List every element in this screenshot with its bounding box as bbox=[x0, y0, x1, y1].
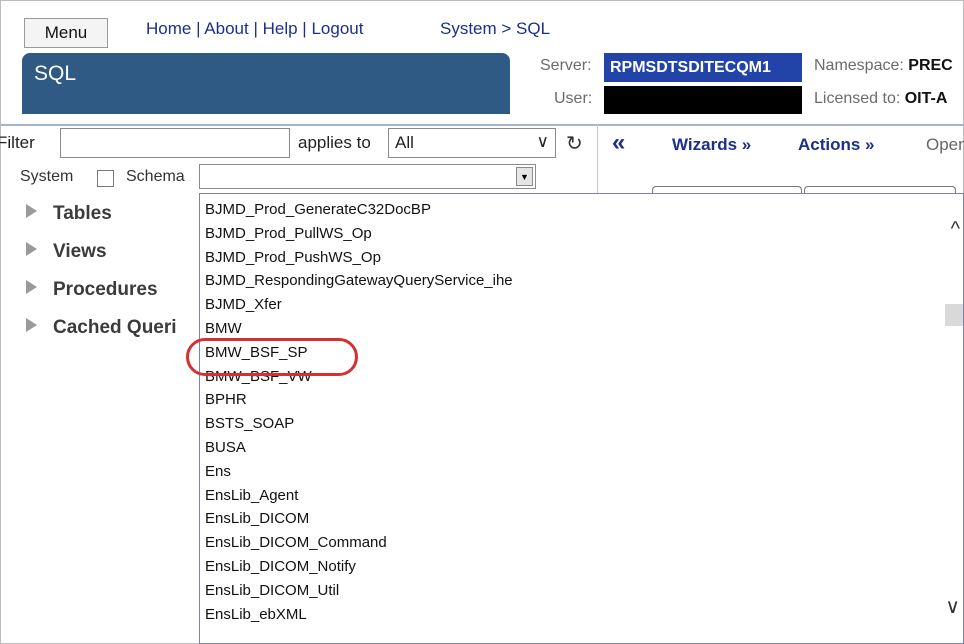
schema-option-list: BJMD_Prod_GenerateC32DocBP BJMD_Prod_Pull… bbox=[205, 198, 513, 626]
scroll-down-icon[interactable]: ∨ bbox=[945, 594, 960, 619]
open-menu[interactable]: Open bbox=[926, 135, 964, 155]
title-bar: SQL bbox=[22, 53, 510, 114]
scrollbar[interactable]: ^ ∨ bbox=[937, 194, 963, 643]
applies-to-select[interactable]: All ∨ bbox=[388, 128, 556, 158]
schema-select[interactable]: ▼ bbox=[199, 164, 536, 189]
system-checkbox[interactable] bbox=[97, 170, 114, 187]
wizards-menu[interactable]: Wizards » bbox=[672, 135, 751, 155]
breadcrumb[interactable]: System > SQL bbox=[440, 19, 550, 39]
nav-home-link[interactable]: Home bbox=[146, 19, 191, 38]
filter-input[interactable] bbox=[60, 128, 290, 158]
header-divider bbox=[0, 124, 964, 126]
expand-triangle-icon[interactable] bbox=[26, 280, 37, 294]
tree-item-cached-queries[interactable]: Cached Queri bbox=[26, 317, 177, 339]
schema-option[interactable]: BJMD_Prod_GenerateC32DocBP bbox=[205, 198, 513, 222]
licensed-value: OIT-A bbox=[904, 90, 948, 107]
user-value-redacted bbox=[604, 86, 802, 114]
namespace-value: PREC bbox=[908, 57, 953, 74]
schema-option[interactable]: BJMD_RespondingGatewayQueryService_ihe bbox=[205, 269, 513, 293]
schema-dropdown-list[interactable]: BJMD_Prod_GenerateC32DocBP BJMD_Prod_Pull… bbox=[199, 193, 964, 644]
schema-option[interactable]: EnsLib_DICOM_Util bbox=[205, 579, 513, 603]
tree-item-views[interactable]: Views bbox=[26, 241, 107, 263]
schema-option[interactable]: BPHR bbox=[205, 388, 513, 412]
refresh-icon[interactable]: ↻ bbox=[566, 131, 583, 156]
server-value: RPMSDTSDITECQM1 bbox=[604, 53, 802, 82]
schema-option[interactable]: EnsLib_DICOM_Command bbox=[205, 531, 513, 555]
dropdown-arrow-icon[interactable]: ▼ bbox=[516, 167, 533, 186]
schema-option[interactable]: EnsLib_ebXML bbox=[205, 603, 513, 627]
schema-label: Schema bbox=[126, 168, 185, 185]
schema-option[interactable]: EnsLib_Agent bbox=[205, 484, 513, 508]
tree-item-procedures[interactable]: Procedures bbox=[26, 279, 158, 301]
schema-option[interactable]: BJMD_Xfer bbox=[205, 293, 513, 317]
licensed-label: Licensed to: bbox=[814, 90, 901, 107]
schema-option[interactable]: EnsLib_DICOM_Notify bbox=[205, 555, 513, 579]
nav-about-link[interactable]: About bbox=[204, 19, 248, 38]
page-title: SQL bbox=[34, 62, 77, 85]
user-label: User: bbox=[554, 90, 593, 107]
nav-help-link[interactable]: Help bbox=[263, 19, 298, 38]
applies-to-label: applies to bbox=[298, 133, 371, 152]
collapse-double-left-icon[interactable]: « bbox=[612, 129, 625, 157]
system-label: System bbox=[20, 168, 74, 185]
schema-option[interactable]: BJMD_Prod_PullWS_Op bbox=[205, 222, 513, 246]
expand-triangle-icon[interactable] bbox=[26, 242, 37, 256]
nav-logout-link[interactable]: Logout bbox=[311, 19, 363, 38]
schema-option[interactable]: Ens bbox=[205, 460, 513, 484]
schema-option[interactable]: BJMD_Prod_PushWS_Op bbox=[205, 246, 513, 270]
schema-option[interactable]: BUSA bbox=[205, 436, 513, 460]
server-label: Server: bbox=[540, 57, 592, 74]
schema-option[interactable]: BSTS_SOAP bbox=[205, 412, 513, 436]
top-nav: Home | About | Help | Logout bbox=[146, 19, 364, 38]
chevron-down-icon: ∨ bbox=[536, 132, 549, 151]
filter-label: Filter bbox=[0, 133, 35, 152]
namespace-label: Namespace: bbox=[814, 57, 904, 74]
applies-to-value: All bbox=[395, 133, 414, 152]
pane-divider bbox=[597, 124, 598, 194]
tree-item-tables[interactable]: Tables bbox=[26, 203, 112, 225]
actions-menu[interactable]: Actions » bbox=[798, 135, 875, 155]
scroll-up-icon[interactable]: ^ bbox=[951, 218, 960, 241]
schema-option[interactable]: EnsLib_DICOM bbox=[205, 507, 513, 531]
highlight-ring bbox=[186, 338, 358, 376]
menu-button[interactable]: Menu bbox=[24, 18, 108, 48]
expand-triangle-icon[interactable] bbox=[26, 318, 37, 332]
scroll-thumb[interactable] bbox=[945, 304, 963, 326]
expand-triangle-icon[interactable] bbox=[26, 204, 37, 218]
